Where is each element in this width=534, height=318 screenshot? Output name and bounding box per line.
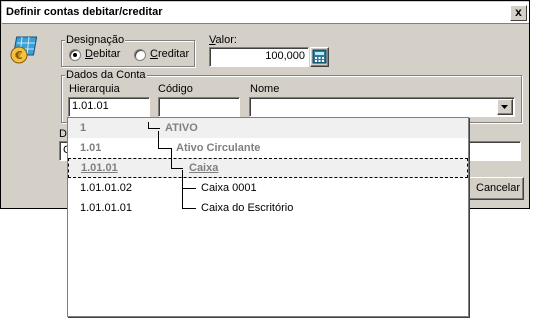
codigo-input[interactable]	[158, 97, 240, 117]
tree-code: 1.01.01	[81, 162, 118, 174]
chevron-down-icon	[501, 105, 508, 109]
tree-code: 1.01.01.02	[80, 182, 132, 194]
tree-connector	[171, 149, 183, 169]
hierarquia-label: Hierarquia	[69, 83, 120, 95]
tree-row[interactable]: 1.01.01.02 Caixa 0001	[68, 178, 468, 198]
nome-select[interactable]	[249, 97, 515, 117]
debitar-label[interactable]: Debitar	[85, 48, 120, 60]
codigo-label: Código	[158, 83, 193, 95]
nome-dropdown-button[interactable]	[497, 99, 513, 115]
close-button[interactable]: x	[510, 5, 527, 21]
tree-code: 1.01.01.01	[80, 202, 132, 214]
debitar-radio[interactable]	[69, 49, 81, 61]
valor-label: Valor:	[209, 34, 237, 46]
title-bar[interactable]: Definir contas debitar/creditar x	[2, 2, 529, 24]
window-title: Definir contas debitar/creditar	[6, 6, 163, 18]
tree-row[interactable]: 1.01 Ativo Circulante	[68, 138, 468, 158]
tree-name: Caixa 0001	[201, 182, 257, 194]
creditar-label[interactable]: Creditar	[150, 48, 189, 60]
accounting-icon: €	[8, 35, 40, 67]
close-icon: x	[515, 5, 522, 19]
svg-text:€: €	[14, 49, 23, 62]
tree-connector	[182, 188, 196, 209]
tree-connector	[158, 131, 172, 149]
tree-connector	[148, 122, 160, 129]
calculator-icon	[312, 49, 327, 64]
nome-label: Nome	[250, 83, 280, 95]
tree-row[interactable]: 1 ATIVO	[68, 118, 468, 138]
hierarchy-tree-popup: 1 ATIVO 1.01 Ativo Circulante 1.01.01 Ca…	[67, 117, 469, 317]
designacao-label: Designação	[65, 34, 126, 46]
dados-conta-label: Dados da Conta	[65, 69, 147, 81]
tree-name: Caixa do Escritório	[201, 202, 294, 214]
tree-code: 1.01	[80, 142, 102, 154]
tree-name: Ativo Circulante	[176, 142, 261, 154]
valor-input[interactable]: 100,000	[209, 47, 309, 67]
creditar-radio[interactable]	[134, 49, 146, 61]
tree-row-selected[interactable]: 1.01.01 Caixa	[68, 158, 468, 178]
calculator-button[interactable]	[310, 47, 329, 67]
tree-row[interactable]: 1.01.01.01 Caixa do Escritório	[68, 198, 468, 218]
tree-connector	[182, 170, 196, 189]
cancel-label: Cancelar	[476, 182, 521, 194]
tree-code: 1	[80, 122, 87, 134]
hierarquia-input[interactable]: 1.01.01	[68, 97, 150, 117]
